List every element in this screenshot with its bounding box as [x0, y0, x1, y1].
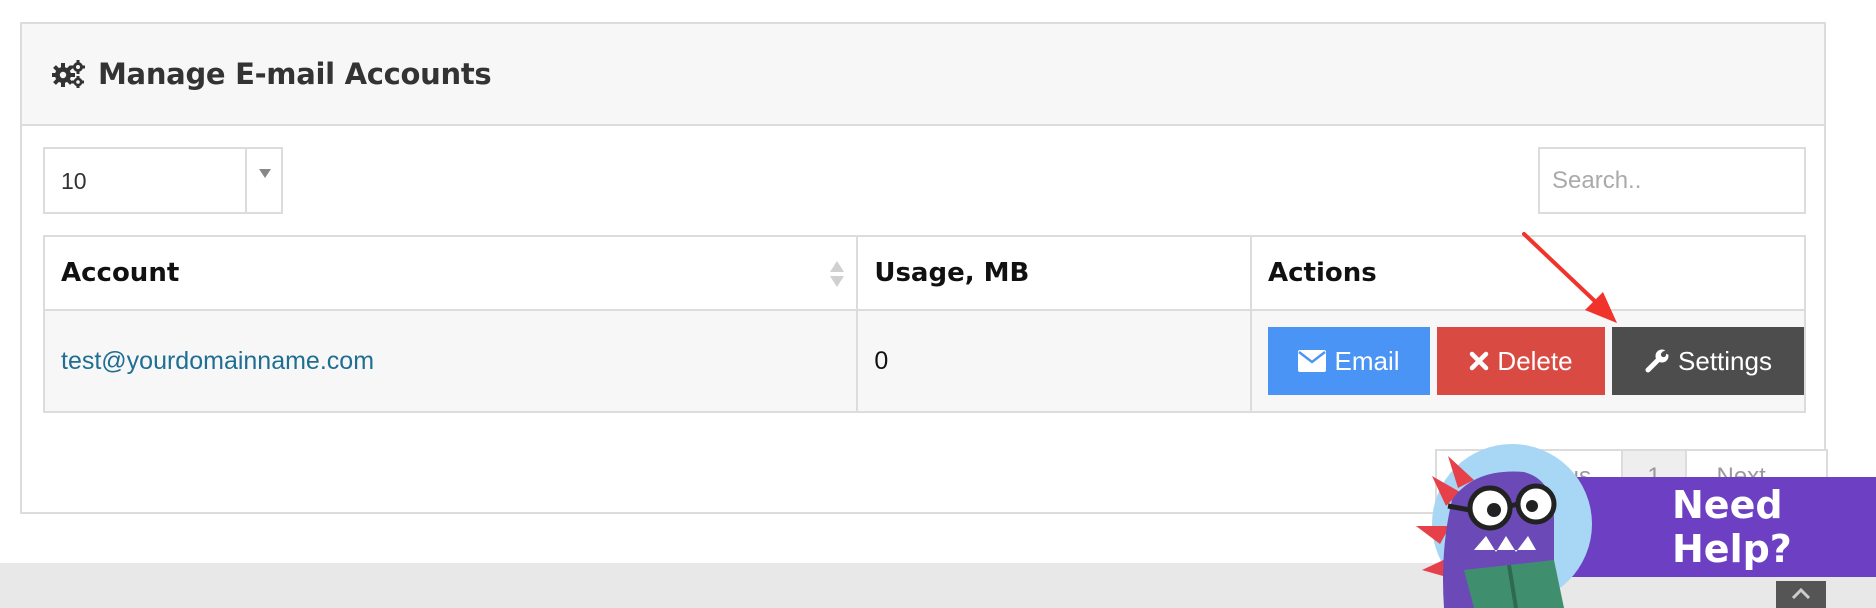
settings-button[interactable]: Settings — [1612, 327, 1804, 395]
mascot-avatar-icon[interactable] — [1404, 440, 1604, 608]
column-header-account[interactable]: Account — [42, 235, 859, 311]
need-help-label: Need Help? — [1672, 483, 1792, 571]
usage-cell: 0 — [856, 309, 1252, 413]
table-row: test@yourdomainname.com 0 Email Delete S… — [42, 309, 1806, 413]
column-header-account-label: Account — [61, 258, 180, 288]
settings-button-label: Settings — [1678, 345, 1772, 376]
actions-cell: Email Delete Settings — [1250, 309, 1806, 413]
gears-icon — [52, 60, 85, 88]
email-button[interactable]: Email — [1268, 327, 1430, 395]
scroll-to-top-button[interactable] — [1776, 581, 1826, 608]
need-help-button[interactable]: Need Help? — [1572, 477, 1876, 577]
page-size-dropdown-toggle[interactable] — [245, 149, 284, 212]
delete-button-label: Delete — [1497, 345, 1573, 376]
close-icon — [1470, 351, 1489, 371]
panel-header: Manage E-mail Accounts — [22, 24, 1824, 126]
email-button-label: Email — [1334, 345, 1400, 376]
row-actions: Email Delete Settings — [1268, 327, 1804, 395]
search-input[interactable] — [1538, 147, 1806, 214]
account-link[interactable]: test@yourdomainname.com — [61, 347, 374, 375]
delete-button[interactable]: Delete — [1437, 327, 1605, 395]
panel-title: Manage E-mail Accounts — [52, 57, 492, 91]
accounts-table: Account Usage, MB Actions test@yourdomai… — [42, 235, 1806, 413]
column-header-actions: Actions — [1250, 235, 1806, 311]
chevron-up-icon — [1791, 587, 1811, 599]
sort-icon[interactable] — [830, 259, 845, 291]
account-cell: test@yourdomainname.com — [42, 309, 859, 413]
page-size-value: 10 — [61, 168, 87, 194]
page-size-select[interactable]: 10 — [43, 147, 283, 214]
column-header-usage: Usage, MB — [856, 235, 1252, 311]
usage-value: 0 — [874, 346, 889, 375]
wrench-icon — [1645, 349, 1670, 373]
chevron-down-icon — [259, 169, 271, 178]
envelope-icon — [1298, 350, 1327, 372]
table-header-row: Account Usage, MB Actions — [42, 235, 1806, 311]
column-header-actions-label: Actions — [1268, 258, 1377, 288]
column-header-usage-label: Usage, MB — [874, 258, 1030, 288]
panel-title-text: Manage E-mail Accounts — [98, 57, 492, 91]
